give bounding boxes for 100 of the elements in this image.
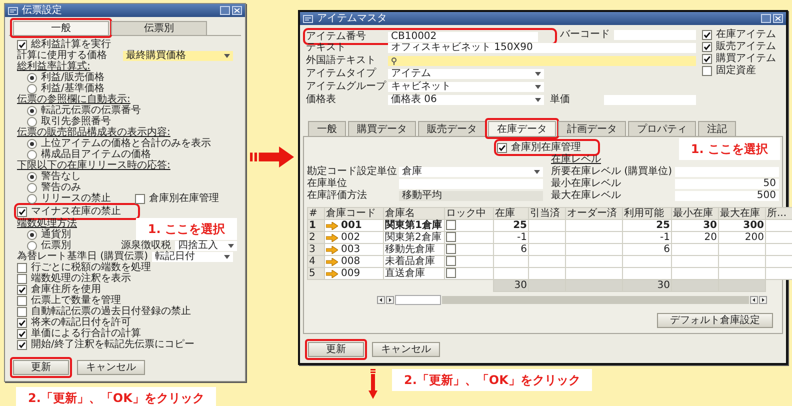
table-cell: 関東第2倉庫 <box>384 232 444 244</box>
row-header[interactable]: 4 <box>308 256 324 268</box>
table-cell: 30 <box>494 280 528 292</box>
checkbox[interactable] <box>446 244 456 254</box>
tab[interactable]: 注記 <box>698 121 736 136</box>
dropdown[interactable]: 転記日付 <box>152 252 233 262</box>
checkbox[interactable] <box>446 256 456 266</box>
checkbox[interactable] <box>17 262 27 272</box>
checkbox[interactable] <box>17 40 27 50</box>
tab[interactable]: 販売データ <box>418 121 486 136</box>
link-arrow-icon[interactable] <box>326 234 338 242</box>
field-label: 単価 <box>550 94 571 105</box>
radio-button[interactable] <box>27 138 37 148</box>
dropdown[interactable]: 倉庫 <box>399 166 543 176</box>
column-header[interactable]: 利用可能 <box>622 208 672 220</box>
checkbox[interactable] <box>702 30 712 40</box>
tab[interactable]: 一般 <box>308 121 346 136</box>
column-header[interactable]: 最大在庫 <box>718 208 766 220</box>
radio-button[interactable] <box>27 240 37 250</box>
field-label: 所要在庫レベル (購買単位) <box>551 166 673 177</box>
dropdown[interactable]: キャビネット <box>388 82 544 92</box>
row-header[interactable]: 1 <box>308 220 324 232</box>
radio-button[interactable] <box>27 230 37 240</box>
input-field[interactable] <box>614 30 696 40</box>
checkbox[interactable] <box>17 328 27 338</box>
column-header[interactable]: 所... <box>766 208 792 220</box>
checkbox[interactable] <box>135 194 145 204</box>
link-arrow-icon[interactable] <box>326 270 338 278</box>
scrollbar[interactable] <box>377 295 767 305</box>
window-controls-icon[interactable] <box>761 14 783 23</box>
button[interactable]: デフォルト倉庫設定 <box>657 313 773 328</box>
input-field[interactable]: 500 <box>675 190 779 200</box>
checkbox[interactable] <box>446 232 456 242</box>
input-field[interactable] <box>399 178 543 188</box>
link-arrow-icon[interactable] <box>326 258 338 266</box>
radio-button[interactable] <box>27 172 37 182</box>
checkbox-label: 購買アイテム <box>716 53 776 64</box>
row-header[interactable]: 2 <box>308 232 324 244</box>
checkbox[interactable] <box>702 54 712 64</box>
radio-button[interactable] <box>27 182 37 192</box>
checkbox[interactable] <box>446 268 456 278</box>
input-field[interactable]: 50 <box>675 178 779 188</box>
column-header[interactable]: オーダー済 <box>566 208 622 220</box>
tab[interactable]: 購買データ <box>348 121 416 136</box>
input-field[interactable]: CB10002 <box>388 32 538 42</box>
radio-button[interactable] <box>27 106 37 116</box>
checkbox[interactable] <box>17 296 27 306</box>
column-header[interactable]: # <box>308 208 324 220</box>
radio-label: 利益/基準価格 <box>41 83 106 94</box>
caret-icon <box>535 84 541 88</box>
link-arrow-icon[interactable] <box>326 246 338 254</box>
checkbox[interactable] <box>17 306 27 316</box>
window-controls-icon[interactable] <box>220 6 242 15</box>
input-field[interactable]: オフィスキャビネット 150X90 <box>388 42 696 52</box>
table-cell: 未着品倉庫 <box>384 256 444 268</box>
checkbox[interactable] <box>17 318 27 328</box>
tab[interactable]: プロパティ <box>628 121 696 136</box>
column-header[interactable]: 在庫 <box>494 208 528 220</box>
button[interactable]: キャンセル <box>77 360 145 375</box>
radio-button[interactable] <box>27 116 37 126</box>
checkbox[interactable] <box>17 284 27 294</box>
tab[interactable]: 在庫データ <box>488 121 556 136</box>
column-header[interactable]: 最小在庫 <box>672 208 718 220</box>
column-header[interactable]: 倉庫名 <box>384 208 444 220</box>
scroll-left-icon[interactable] <box>750 296 758 304</box>
checkbox[interactable] <box>17 274 27 284</box>
scroll-left-icon[interactable] <box>377 296 385 304</box>
input-field[interactable] <box>604 94 696 104</box>
radio-button[interactable] <box>27 150 37 160</box>
row-header[interactable]: 5 <box>308 268 324 280</box>
dropdown[interactable]: 四捨五入 <box>175 240 237 250</box>
radio-button[interactable] <box>27 72 37 82</box>
checkbox[interactable] <box>497 142 507 152</box>
dropdown[interactable]: 価格表 06 <box>388 94 544 104</box>
radio-button[interactable] <box>27 84 37 94</box>
column-header[interactable]: 倉庫コード <box>324 208 384 220</box>
button[interactable]: 更新 <box>308 342 364 357</box>
tab[interactable]: 一般 <box>13 21 109 35</box>
checkbox[interactable] <box>17 340 27 350</box>
column-header[interactable]: 引当済 <box>528 208 566 220</box>
scroll-right-icon[interactable] <box>759 296 767 304</box>
column-header[interactable]: ロック中 <box>444 208 494 220</box>
checkbox[interactable] <box>702 42 712 52</box>
button[interactable]: キャンセル <box>372 342 440 357</box>
scroll-right-icon[interactable] <box>386 296 394 304</box>
section-heading: 端数処理方法 <box>17 218 77 229</box>
checkbox[interactable] <box>446 220 456 230</box>
checkbox[interactable] <box>17 206 27 216</box>
dropdown[interactable]: アイテム <box>388 68 544 78</box>
checkbox[interactable] <box>702 66 712 76</box>
input-field[interactable] <box>388 56 696 66</box>
input-field[interactable] <box>675 166 779 176</box>
link-arrow-icon[interactable] <box>326 222 338 230</box>
radio-button[interactable] <box>27 194 37 204</box>
row-header[interactable]: 3 <box>308 244 324 256</box>
button[interactable]: 更新 <box>13 360 69 375</box>
tab[interactable]: 計画データ <box>558 121 626 136</box>
scrollbar-thumb[interactable] <box>395 295 441 305</box>
dropdown[interactable]: 最終購買価格 <box>123 50 233 60</box>
tab[interactable]: 伝票別 <box>111 21 207 35</box>
